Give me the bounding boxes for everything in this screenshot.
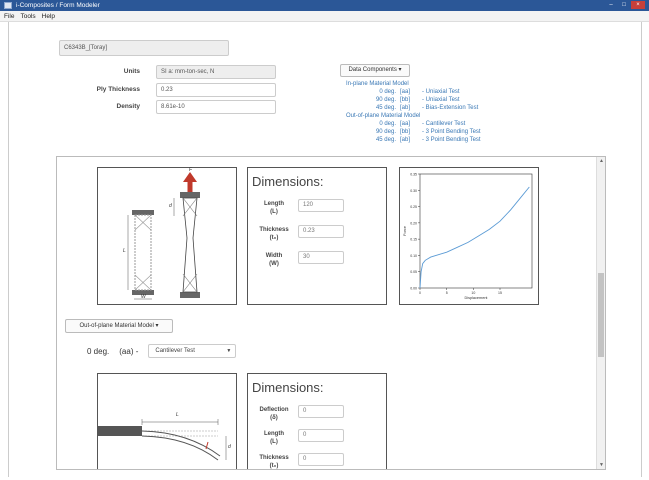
density-label: Density bbox=[116, 103, 140, 110]
thickness-label: Thickness (t₀) bbox=[259, 227, 289, 241]
menu-help[interactable]: Help bbox=[42, 11, 55, 21]
cantilever-length-symbol: L bbox=[176, 412, 179, 418]
test-type-select[interactable]: Cantilever Test ▼ bbox=[148, 344, 237, 358]
scroll-panel: F d L W Dimensions: Length (L) 120 Thickn… bbox=[56, 156, 606, 470]
dimensions-panel-1: Dimensions: Length (L) 120 Thickness (t₀) … bbox=[247, 167, 387, 305]
window-controls: – □ × bbox=[605, 1, 645, 10]
data-components-button[interactable]: Data Components ▾ bbox=[340, 64, 410, 77]
menu-tools[interactable]: Tools bbox=[20, 11, 35, 21]
uniaxial-diagram: F d L W bbox=[97, 167, 237, 305]
length-field-2[interactable]: 0 bbox=[298, 429, 344, 442]
y-axis-label: Force bbox=[403, 226, 407, 236]
deflection-label: Deflection (δ) bbox=[259, 407, 289, 421]
vertical-scrollbar[interactable]: ▲ ▼ bbox=[596, 157, 605, 469]
width-symbol: W bbox=[141, 294, 146, 300]
inplane-item-45[interactable]: 45 deg. [ab] - Bias-Extension Test bbox=[340, 104, 510, 112]
cantilever-d-symbol: d bbox=[228, 444, 231, 450]
dimensions-panel-2: Dimensions: Deflection (δ) 0 Length (L) 0 … bbox=[247, 373, 387, 469]
scroll-down-icon[interactable]: ▼ bbox=[599, 462, 604, 468]
force-label: F bbox=[189, 167, 193, 173]
chevron-down-icon: ▼ bbox=[226, 348, 232, 354]
dimensions-title: Dimensions: bbox=[252, 174, 324, 189]
y-tick-label: 0.20 bbox=[410, 221, 417, 225]
thickness-label-2: Thickness (t₀) bbox=[259, 455, 289, 469]
x-axis-label: Displacement bbox=[464, 296, 488, 300]
test-select-row: 0 deg. (aa) - Cantilever Test ▼ bbox=[87, 344, 237, 358]
y-tick-label: 0.35 bbox=[410, 173, 417, 177]
inplane-item-90[interactable]: 90 deg. [bb] - Uniaxial Test bbox=[340, 96, 510, 104]
d-label: d bbox=[169, 203, 172, 209]
y-tick-label: 0.30 bbox=[410, 189, 417, 193]
cantilever-figure bbox=[98, 419, 227, 461]
code-label: (aa) - bbox=[119, 346, 139, 356]
chart-svg: 0.35 0.30 0.25 0.20 0.15 0.10 0.05 0.000 5 10 15 Di… bbox=[403, 173, 533, 300]
outplane-item-0[interactable]: 0 deg. [aa] - Cantilever Test bbox=[340, 120, 510, 128]
density-field[interactable]: 8.61e-10 bbox=[156, 100, 276, 114]
window-title: i-Composites / Form Modeler bbox=[16, 2, 100, 9]
menubar: File Tools Help bbox=[0, 11, 649, 22]
plot-frame bbox=[419, 173, 533, 289]
y-tick-label: 0.00 bbox=[410, 287, 417, 291]
close-button[interactable]: × bbox=[631, 1, 645, 9]
width-field[interactable]: 30 bbox=[298, 251, 344, 264]
degree-label: 0 deg. bbox=[87, 346, 110, 356]
deflection-field[interactable]: 0 bbox=[298, 405, 344, 418]
outplane-header: Out-of-plane Material Model bbox=[346, 113, 421, 119]
series-line bbox=[419, 186, 530, 289]
scrollbar-thumb[interactable] bbox=[598, 273, 604, 357]
inplane-item-0[interactable]: 0 deg. [aa] - Uniaxial Test bbox=[340, 88, 510, 96]
outplane-item-45[interactable]: 45 deg. [ab] - 3 Point Bending Test bbox=[340, 136, 510, 144]
length-field[interactable]: 120 bbox=[298, 199, 344, 212]
dimensions-title-2: Dimensions: bbox=[252, 380, 324, 395]
maximize-button[interactable]: □ bbox=[618, 1, 630, 9]
x-tick-label: 15 bbox=[498, 291, 502, 295]
outplane-item-90[interactable]: 90 deg. [bb] - 3 Point Bending Test bbox=[340, 128, 510, 136]
x-tick-label: 5 bbox=[446, 291, 448, 295]
length-label-2: Length (L) bbox=[264, 431, 284, 445]
width-label: Width (W) bbox=[265, 253, 283, 267]
menu-file[interactable]: File bbox=[4, 11, 14, 21]
material-name-field[interactable]: C6343B_[Toray] bbox=[59, 40, 229, 56]
units-label: Units bbox=[123, 68, 140, 75]
data-components-list: In-plane Material Model 0 deg. [aa] - Unia… bbox=[340, 80, 510, 144]
cantilever-diagram: L d bbox=[97, 373, 237, 469]
out-of-plane-model-button[interactable]: Out-of-plane Material Model ▾ bbox=[65, 319, 173, 333]
length-symbol: L bbox=[123, 248, 126, 254]
inplane-header: In-plane Material Model bbox=[346, 81, 409, 87]
ply-thickness-label: Ply Thickness bbox=[96, 86, 140, 93]
thickness-field-2[interactable]: 0 bbox=[298, 453, 344, 466]
length-label: Length (L) bbox=[264, 201, 284, 215]
ply-thickness-field[interactable]: 0.23 bbox=[156, 83, 276, 97]
y-tick-label: 0.25 bbox=[410, 205, 417, 209]
units-field[interactable]: SI a: mm-ton-sec, N bbox=[156, 65, 276, 79]
window-titlebar: i-Composites / Form Modeler – □ × bbox=[0, 0, 649, 11]
y-tick-label: 0.10 bbox=[410, 254, 417, 258]
minimize-button[interactable]: – bbox=[605, 1, 617, 9]
app-icon bbox=[4, 2, 12, 9]
force-displacement-chart: 0.35 0.30 0.25 0.20 0.15 0.10 0.05 0.00 0 5 10 15 Di… bbox=[399, 167, 539, 305]
y-tick-label: 0.15 bbox=[410, 238, 417, 242]
thickness-field[interactable]: 0.23 bbox=[298, 225, 344, 238]
x-tick-label: 10 bbox=[471, 291, 475, 295]
uniaxial-specimen-figure bbox=[127, 172, 200, 300]
y-tick-label: 0.05 bbox=[410, 270, 417, 274]
scroll-up-icon[interactable]: ▲ bbox=[599, 158, 604, 164]
x-tick-label: 0 bbox=[419, 291, 421, 295]
